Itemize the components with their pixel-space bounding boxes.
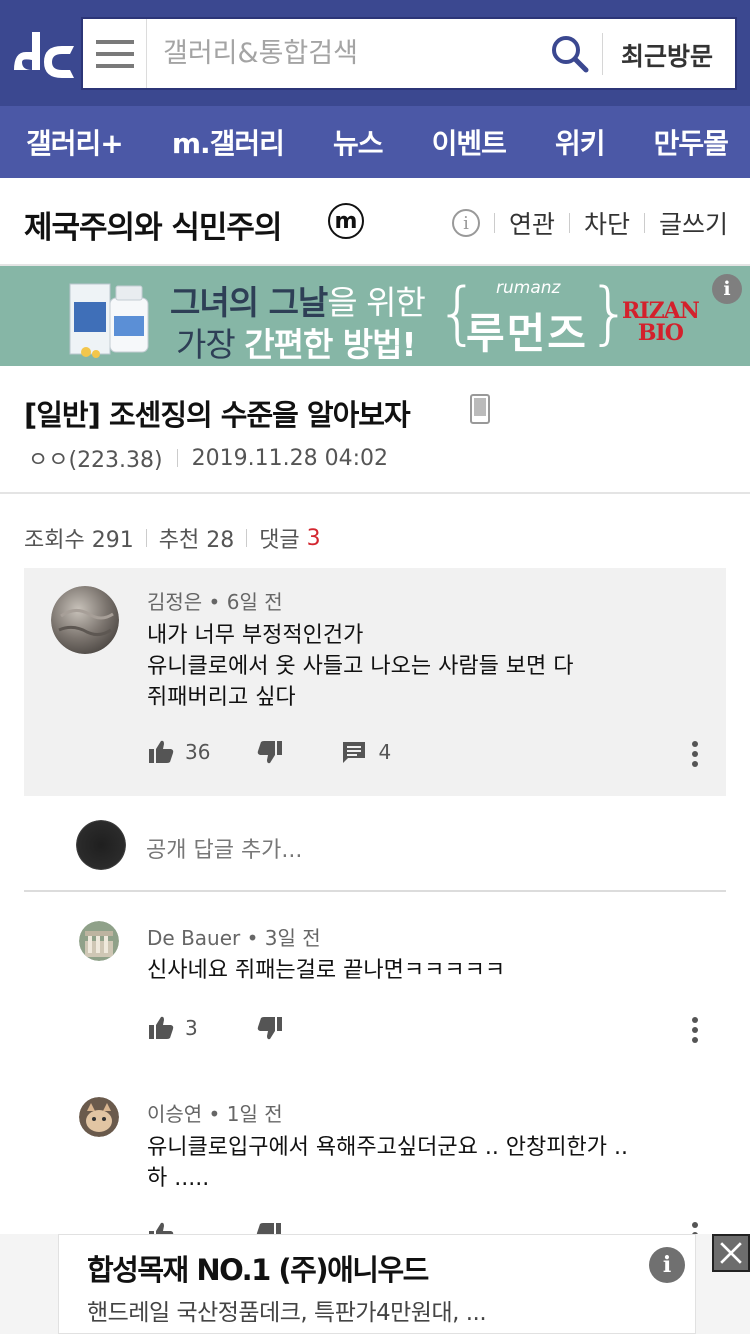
bottom-ad-card[interactable]: 합성목재 NO.1 (주)애니우드 핸드레일 국산정품데크, 특판가4만원대, … [58,1234,696,1334]
banner-subline-bold: 간편한 방법! [244,325,416,364]
thumbs-up-icon[interactable] [147,738,175,766]
block-button[interactable]: 차단 [584,205,630,241]
banner-subline: 가장 간편한 방법! [176,318,417,366]
banner-headline-light: 을 위한 [327,283,426,322]
banner-ad[interactable]: 그녀의 그날을 위한 가장 간편한 방법! { rumanz 루먼즈 } RIZ… [0,266,750,366]
reply-author: 이승연 • 1일 전 [147,1102,283,1126]
like-count: 3 [185,1016,198,1040]
post-datetime: 2019.11.28 04:02 [191,445,388,471]
banner-headline-bold: 그녀의 그날 [170,283,328,322]
avatar[interactable] [79,1097,119,1137]
dc-logo[interactable] [10,26,76,80]
post-stats: 조회수 291 추천 28 댓글 3 [24,522,321,554]
divider [246,529,248,547]
comment-author-name[interactable]: 김정은 [147,590,202,614]
divider [145,529,147,547]
reply-line: 하 ..... [147,1166,210,1191]
bottom-ad: 합성목재 NO.1 (주)애니우드 핸드레일 국산정품데크, 특판가4만원대, … [0,1234,750,1334]
logo-top: RIZAN [622,298,700,324]
view-count: 조회수 291 [24,528,134,553]
reply-input-row: 공개 답글 추가... [24,796,726,892]
reply-icon[interactable] [340,738,368,766]
banner-subline-light: 가장 [176,325,245,364]
like-count: 36 [185,740,211,764]
nav-item-m-gallery[interactable]: m.갤러리 [172,122,285,162]
recent-visit-button[interactable]: 최근방문 [621,37,713,73]
nav-item-news[interactable]: 뉴스 [333,122,384,162]
comment-line: 쥐패버리고 싶다 [147,685,296,710]
reply-text: 유니클로입구에서 욕해주고싶더군요 .. 안창피한가 .. 하 ..... [147,1132,628,1194]
comment-actions: 36 4 [147,738,391,766]
related-button[interactable]: 연관 [509,205,555,241]
comment-count: 3 [306,525,321,551]
rizan-bio-logo: RIZAN BIO [622,298,700,346]
nav-item-mandu-mall[interactable]: 만두몰 [654,122,729,162]
reply-time: 1일 전 [226,1102,283,1126]
recommend-count: 추천 28 [158,528,235,553]
close-icon[interactable] [712,1234,750,1272]
main-comment: 김정은 • 6일 전 내가 너무 부정적인건가 유니클로에서 옷 사들고 나오는… [24,568,726,796]
user-avatar [76,820,126,870]
post-meta: ㅇㅇ(223.38) 2019.11.28 04:02 [28,442,388,474]
comment-label: 댓글 [259,528,300,553]
logo-bottom: BIO [637,320,684,346]
reply-text: 신사네요 쥐패는걸로 끝나면ㅋㅋㅋㅋㅋ [147,955,505,986]
reply-author-name[interactable]: 이승연 [147,1102,202,1126]
add-reply-input[interactable]: 공개 답글 추가... [146,832,302,864]
top-header: 최근방문 [0,0,750,106]
ad-info-icon[interactable]: i [712,274,742,304]
banner-headline: 그녀의 그날을 위한 [170,276,426,324]
reply-actions: 3 [147,1014,284,1042]
mobile-icon [470,394,490,424]
search-input[interactable] [163,33,543,73]
nav-item-wiki[interactable]: 위키 [555,122,606,162]
comment-author: 김정은 • 6일 전 [147,590,283,614]
reply-author: De Bauer • 3일 전 [147,926,321,950]
reply-line: 유니클로입구에서 욕해주고싶더군요 .. 안창피한가 .. [147,1135,628,1160]
menu-button[interactable] [83,19,147,88]
thumbs-up-icon[interactable] [147,1014,175,1042]
nav-item-gallery-plus[interactable]: 갤러리+ [26,122,124,162]
banner-brand-main: 루먼즈 [466,309,588,358]
avatar[interactable] [51,586,119,654]
search-icon[interactable] [551,35,589,73]
comment-text: 내가 너무 부정적인건가 유니클로에서 옷 사들고 나오는 사람들 보면 다 쥐… [147,620,574,713]
reply-count: 4 [378,740,392,764]
reply-time: 3일 전 [264,926,321,950]
ad-info-icon[interactable]: i [649,1247,685,1283]
divider [493,213,495,233]
thumbs-down-icon[interactable] [256,738,284,766]
info-icon[interactable]: i [451,209,480,237]
main-nav: 갤러리+ m.갤러리 뉴스 이벤트 위키 만두몰 [0,106,750,178]
comment-time: 6일 전 [226,590,283,614]
minor-gallery-badge: m [328,203,364,239]
post-title: [일반] 조센징의 수준을 알아보자 [24,398,411,432]
comment-line: 유니클로에서 옷 사들고 나오는 사람들 보면 다 [147,654,574,679]
ad-title: 합성목재 NO.1 (주)애니우드 [87,1253,429,1287]
ad-subtitle: 핸드레일 국산정품데크, 특판가4만원대, ... [87,1300,487,1326]
divider [643,213,645,233]
gallery-title[interactable]: 제국주의와 식민주의 [24,202,282,247]
hamburger-icon [95,39,134,68]
write-button[interactable]: 글쓰기 [659,205,728,241]
search-divider [602,33,603,75]
post-header: [일반] 조센징의 수준을 알아보자 ㅇㅇ(223.38) 2019.11.28… [0,366,750,494]
avatar[interactable] [79,921,119,961]
search-box: 최근방문 [81,17,737,90]
product-bottle-image [69,283,149,358]
banner-brand-sub: rumanz [496,278,561,298]
nav-item-event[interactable]: 이벤트 [432,122,507,162]
post-author[interactable]: ㅇㅇ(223.38) [28,442,163,474]
gallery-header: 제국주의와 식민주의 m i 연관 차단 글쓰기 [0,178,750,266]
more-options-icon[interactable] [691,741,699,767]
page-root: 최근방문 갤러리+ m.갤러리 뉴스 이벤트 위키 만두몰 제국주의와 식민주의… [0,0,750,1334]
divider [176,449,178,467]
comment-line: 내가 너무 부정적인건가 [147,623,364,648]
gallery-actions: i 연관 차단 글쓰기 [451,205,728,241]
thumbs-down-icon[interactable] [256,1014,284,1042]
reply-line: 신사네요 쥐패는걸로 끝나면ㅋㅋㅋㅋㅋ [147,958,506,983]
more-options-icon[interactable] [691,1017,699,1043]
divider [568,213,570,233]
reply-author-name[interactable]: De Bauer [147,926,240,950]
